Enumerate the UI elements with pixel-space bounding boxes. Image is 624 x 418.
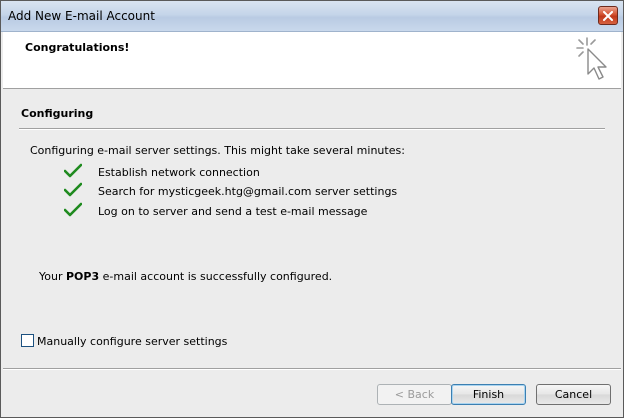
step-item: Search for mysticgeek.htg@gmail.com serv… bbox=[64, 182, 464, 200]
finish-button[interactable]: Finish bbox=[451, 384, 526, 405]
status-protocol: POP3 bbox=[65, 270, 100, 283]
checkmark-icon bbox=[64, 163, 82, 178]
step-item: Log on to server and send a test e-mail … bbox=[64, 202, 464, 220]
back-button[interactable]: < Back bbox=[377, 384, 452, 405]
wizard-header: Congratulations! bbox=[3, 32, 621, 89]
status-suffix: e-mail account is successfully configure… bbox=[99, 270, 333, 283]
step-label: Search for mysticgeek.htg@gmail.com serv… bbox=[98, 185, 398, 198]
close-button[interactable] bbox=[598, 6, 618, 25]
status-message: Your POP3 e-mail account is successfully… bbox=[39, 270, 332, 283]
manual-config-label[interactable]: Manually configure server settings bbox=[37, 335, 227, 348]
window-title: Add New E-mail Account bbox=[8, 9, 155, 23]
footer-divider bbox=[3, 368, 621, 370]
step-item: Establish network connection bbox=[64, 163, 464, 181]
add-email-account-dialog: Add New E-mail Account Congratulations! … bbox=[0, 0, 624, 418]
sparkle-cursor-icon bbox=[576, 37, 607, 80]
checkmark-icon bbox=[64, 182, 82, 197]
configuring-intro: Configuring e-mail server settings. This… bbox=[30, 144, 405, 157]
section-title: Configuring bbox=[21, 107, 94, 120]
title-bar[interactable]: Add New E-mail Account bbox=[1, 1, 623, 32]
status-prefix: Your bbox=[39, 270, 66, 283]
manual-config-option[interactable]: Manually configure server settings bbox=[21, 334, 321, 348]
cancel-button[interactable]: Cancel bbox=[536, 384, 611, 405]
step-label: Log on to server and send a test e-mail … bbox=[98, 205, 368, 218]
section-divider bbox=[19, 128, 605, 130]
close-icon bbox=[603, 10, 613, 21]
page-heading: Congratulations! bbox=[25, 41, 130, 54]
manual-config-checkbox[interactable] bbox=[21, 334, 34, 347]
checkmark-icon bbox=[64, 202, 82, 217]
step-label: Establish network connection bbox=[98, 166, 260, 179]
